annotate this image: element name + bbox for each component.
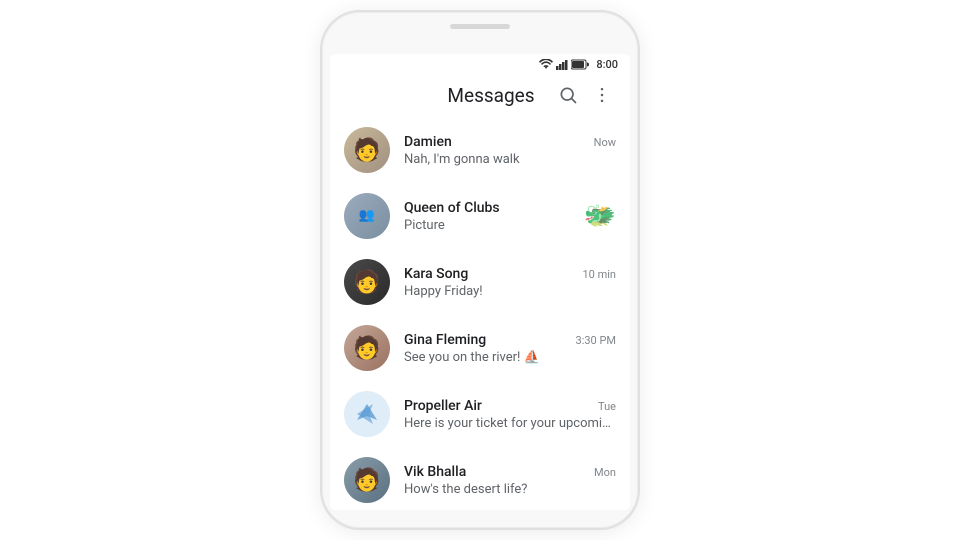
message-time: Now	[594, 136, 616, 149]
wifi-icon	[539, 59, 553, 70]
status-bar: 8:00	[330, 54, 630, 73]
app-title: Messages	[426, 84, 556, 107]
message-content: Vik Bhalla Mon How's the desert life?	[404, 464, 616, 497]
message-time: 3:30 PM	[576, 334, 616, 347]
message-preview: Picture	[404, 218, 576, 233]
message-thumbnail: 🐲	[584, 201, 616, 231]
sender-name: Gina Fleming	[404, 332, 486, 348]
avatar: 🧑	[344, 127, 390, 173]
phone-screen: 8:00 Messages	[330, 54, 630, 510]
avatar: 🧑	[344, 259, 390, 305]
avatar: 👥	[344, 193, 390, 239]
avatar: 🧑	[344, 457, 390, 503]
message-time: 10 min	[583, 268, 617, 281]
app-bar: Messages	[330, 73, 630, 117]
message-preview: Here is your ticket for your upcoming...	[404, 416, 616, 431]
conversation-item[interactable]: 👥 Queen of Clubs Picture 🐲	[330, 183, 630, 249]
conversation-item[interactable]: 🧑 Kara Song 10 min Happy Friday!	[330, 249, 630, 315]
message-time: Mon	[594, 466, 616, 479]
message-preview: See you on the river! ⛵	[404, 350, 616, 365]
search-button[interactable]	[556, 83, 580, 107]
conversation-item[interactable]: Propeller Air Tue Here is your ticket fo…	[330, 381, 630, 447]
message-preview: How's the desert life?	[404, 482, 616, 497]
message-preview: Nah, I'm gonna walk	[404, 152, 616, 167]
sender-name: Kara Song	[404, 266, 468, 282]
phone-wrapper: 8:00 Messages	[320, 10, 640, 530]
signal-icon	[556, 59, 568, 70]
conversation-item[interactable]: 🧑 Damien Now Nah, I'm gonna walk	[330, 117, 630, 183]
conversation-item[interactable]: 🧑 Vik Bhalla Mon How's the desert life?	[330, 447, 630, 510]
conversation-item[interactable]: 🧑 Gina Fleming 3:30 PM See you on the ri…	[330, 315, 630, 381]
avatar: 🧑	[344, 325, 390, 371]
message-content: Damien Now Nah, I'm gonna walk	[404, 134, 616, 167]
sender-name: Damien	[404, 134, 452, 150]
message-content: Gina Fleming 3:30 PM See you on the rive…	[404, 332, 616, 365]
message-content: Propeller Air Tue Here is your ticket fo…	[404, 398, 616, 431]
sender-name: Propeller Air	[404, 398, 482, 414]
message-list: 🧑 Damien Now Nah, I'm gonna walk 👥 Queen…	[330, 117, 630, 510]
message-preview: Happy Friday!	[404, 284, 616, 299]
sender-name: Vik Bhalla	[404, 464, 466, 480]
battery-icon	[571, 59, 589, 70]
sender-name: Queen of Clubs	[404, 200, 500, 216]
status-time: 8:00	[596, 58, 618, 71]
message-content: Kara Song 10 min Happy Friday!	[404, 266, 616, 299]
message-content: Queen of Clubs Picture	[404, 200, 576, 233]
message-time: Tue	[598, 400, 616, 413]
avatar	[344, 391, 390, 437]
more-options-button[interactable]	[590, 83, 614, 107]
phone-notch	[450, 24, 510, 29]
